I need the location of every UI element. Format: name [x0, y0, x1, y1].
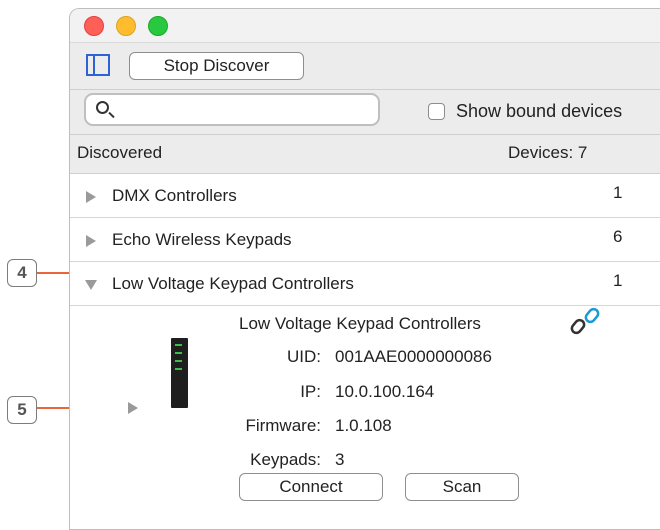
close-window-button[interactable] — [84, 16, 104, 36]
toolbar: Stop Discover — [70, 43, 660, 90]
uid-value: 001AAE0000000086 — [335, 347, 492, 366]
device-count: Devices: 7 — [508, 143, 588, 162]
link-icon[interactable] — [568, 305, 608, 341]
sidebar-toggle-icon[interactable] — [86, 54, 110, 76]
group-name: Low Voltage Keypad Controllers — [112, 274, 354, 293]
device-image — [171, 338, 188, 408]
disclosure-triangle-icon[interactable] — [86, 235, 96, 247]
device-title: Low Voltage Keypad Controllers — [239, 314, 481, 333]
scan-button[interactable]: Scan — [405, 473, 519, 501]
group-count: 6 — [613, 227, 623, 246]
discovered-header: Discovered Devices: 7 — [70, 135, 660, 174]
group-count: 1 — [613, 183, 623, 202]
callout-4: 4 — [7, 259, 37, 287]
ip-label: IP: — [300, 382, 321, 401]
zoom-window-button[interactable] — [148, 16, 168, 36]
connect-button[interactable]: Connect — [239, 473, 383, 501]
group-row-lv-keypad[interactable]: Low Voltage Keypad Controllers 1 — [70, 262, 660, 306]
title-bar — [70, 9, 660, 43]
group-row-echo[interactable]: Echo Wireless Keypads 6 — [70, 218, 660, 262]
callout-5: 5 — [7, 396, 37, 424]
group-name: Echo Wireless Keypads — [112, 230, 292, 249]
search-icon — [96, 101, 109, 114]
group-row-dmx[interactable]: DMX Controllers 1 — [70, 174, 660, 218]
keypads-value: 3 — [335, 450, 345, 469]
disclosure-triangle-expanded-icon[interactable] — [85, 280, 97, 290]
app-window: Stop Discover Show bound devices Discove… — [69, 8, 660, 530]
search-field[interactable] — [84, 93, 380, 126]
search-input[interactable] — [118, 99, 372, 123]
ip-value: 10.0.100.164 — [335, 382, 435, 401]
show-bound-label[interactable]: Show bound devices — [456, 101, 622, 122]
keypads-label: Keypads: — [250, 450, 321, 469]
group-name: DMX Controllers — [112, 186, 237, 205]
discovered-label: Discovered — [77, 143, 163, 162]
disclosure-triangle-icon[interactable] — [86, 191, 96, 203]
firmware-value: 1.0.108 — [335, 416, 392, 435]
group-count: 1 — [613, 271, 623, 290]
search-row: Show bound devices — [70, 90, 660, 135]
minimize-window-button[interactable] — [116, 16, 136, 36]
stop-discover-button[interactable]: Stop Discover — [129, 52, 304, 80]
uid-label: UID: — [287, 347, 321, 366]
show-bound-checkbox[interactable] — [428, 103, 445, 120]
firmware-label: Firmware: — [245, 416, 321, 435]
device-expand-triangle-icon[interactable] — [128, 402, 138, 414]
